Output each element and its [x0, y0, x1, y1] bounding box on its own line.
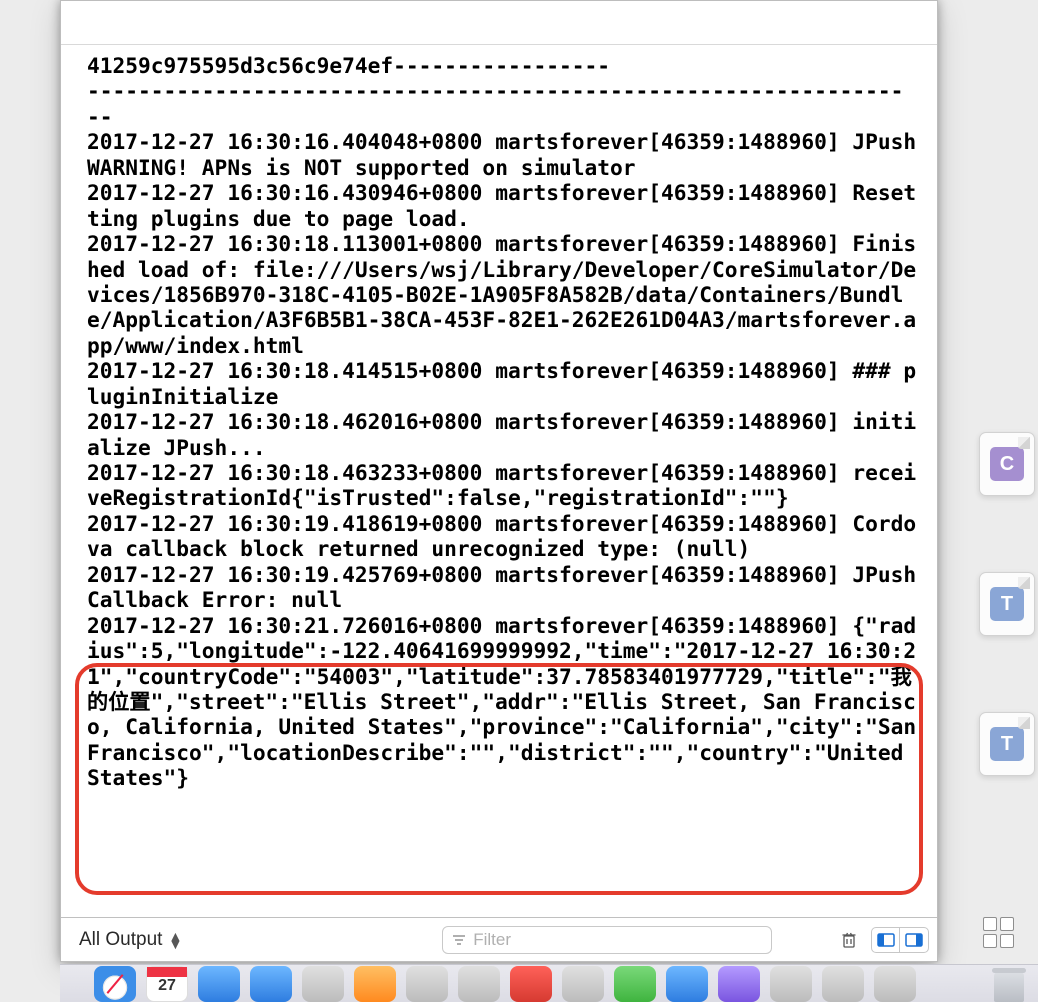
filter-icon — [451, 932, 467, 948]
page-fold-icon — [1018, 577, 1030, 589]
page-fold-icon — [1018, 717, 1030, 729]
dock-app-generic[interactable] — [666, 966, 708, 1002]
right-grid-buttons[interactable] — [958, 912, 1038, 952]
show-right-panel-button[interactable] — [900, 928, 928, 952]
dock-trash[interactable] — [990, 966, 1028, 1002]
clear-console-button[interactable] — [835, 927, 863, 953]
output-filter-select[interactable]: All Output ▲▼ — [69, 926, 192, 954]
file-glyph-c: C — [990, 447, 1024, 481]
right-dock: C T T — [976, 432, 1038, 776]
dock-app-calendar[interactable] — [146, 966, 188, 1002]
chevron-up-down-icon: ▲▼ — [168, 932, 182, 948]
page-fold-icon — [1018, 437, 1030, 449]
dock-app-generic[interactable] — [770, 966, 812, 1002]
dock-app-generic[interactable] — [198, 966, 240, 1002]
filter-field[interactable] — [442, 926, 772, 954]
dock-app-generic[interactable] — [718, 966, 760, 1002]
dock-file-c[interactable]: C — [979, 432, 1035, 496]
dock-app-generic[interactable] — [874, 966, 916, 1002]
console-text: 41259c975595d3c56c9e74ef----------------… — [87, 53, 927, 791]
dock-app-generic[interactable] — [250, 966, 292, 1002]
upper-pane — [61, 1, 937, 45]
file-glyph-t: T — [990, 727, 1024, 761]
file-glyph-t: T — [990, 587, 1024, 621]
dock-file-t1[interactable]: T — [979, 572, 1035, 636]
dock-app-generic[interactable] — [354, 966, 396, 1002]
dock-app-generic[interactable] — [406, 966, 448, 1002]
dock-file-t2[interactable]: T — [979, 712, 1035, 776]
dock-app-generic[interactable] — [822, 966, 864, 1002]
dock-app-generic[interactable] — [458, 966, 500, 1002]
dock-app-generic[interactable] — [614, 966, 656, 1002]
xcode-debug-console-window: 41259c975595d3c56c9e74ef----------------… — [60, 0, 938, 962]
console-output-area[interactable]: 41259c975595d3c56c9e74ef----------------… — [61, 45, 937, 917]
dock-app-generic[interactable] — [302, 966, 344, 1002]
filter-input[interactable] — [473, 930, 763, 950]
mac-dock — [60, 964, 1038, 1002]
grid-icon — [983, 917, 1014, 948]
output-filter-label: All Output — [79, 929, 162, 951]
dock-app-generic[interactable] — [562, 966, 604, 1002]
console-toolbar: All Output ▲▼ — [61, 917, 937, 961]
dock-app-generic[interactable] — [510, 966, 552, 1002]
panel-layout-segment[interactable] — [871, 927, 929, 953]
dock-app-safari[interactable] — [94, 966, 136, 1002]
trash-icon — [840, 931, 858, 949]
show-left-panel-button[interactable] — [872, 928, 900, 952]
